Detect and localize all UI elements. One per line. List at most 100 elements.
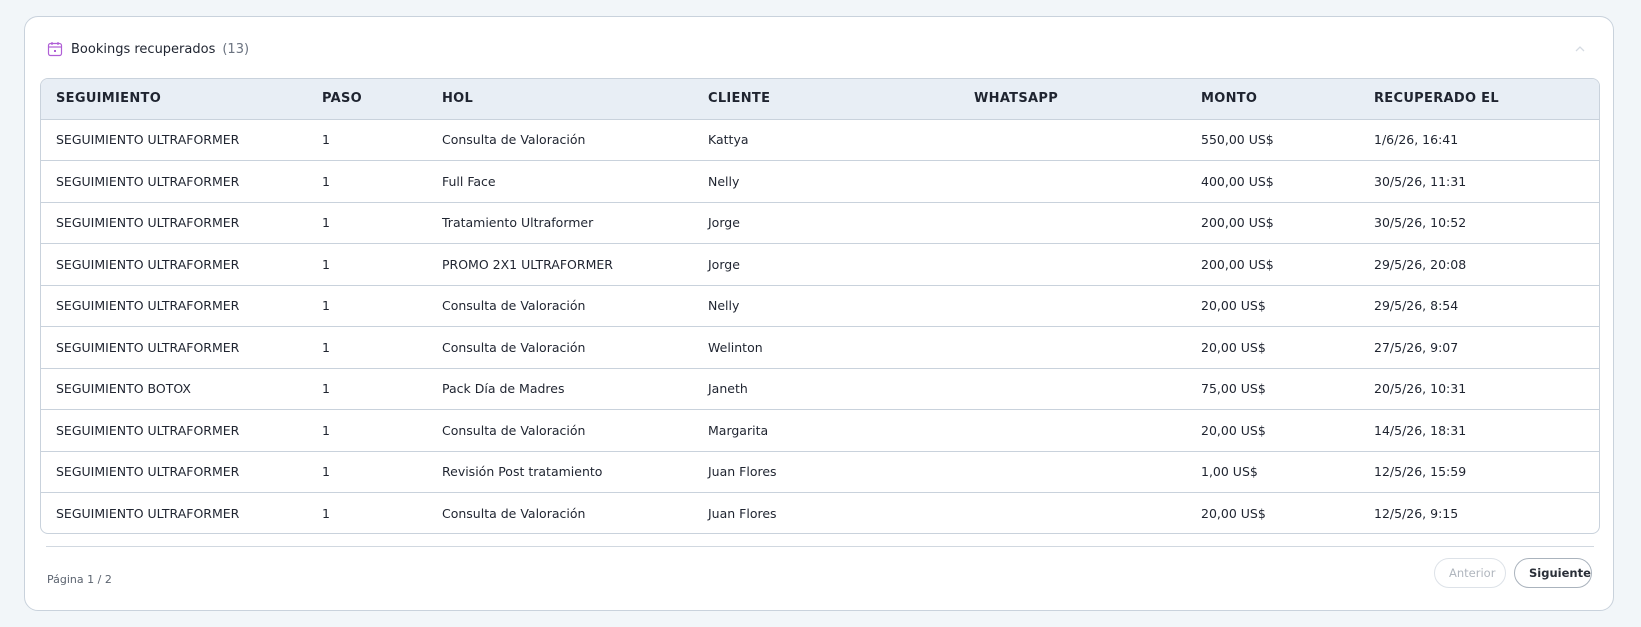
cell-recuperado: 29/5/26, 8:54 [1359,285,1599,327]
table-row: SEGUIMIENTO ULTRAFORMER 1 Tratamiento Ultr… [41,202,1599,244]
cell-monto: 200,00 US$ [1186,243,1359,286]
cell-whatsapp [959,409,1186,452]
cell-paso: 1 [307,160,427,203]
cell-cliente: Welinton [693,326,959,369]
cell-cliente: Jorge [693,202,959,244]
cell-recuperado: 30/5/26, 11:31 [1359,160,1599,203]
page-indicator: Página 1 / 2 [47,573,112,586]
calendar-icon [47,41,63,57]
cell-recuperado: 1/6/26, 16:41 [1359,119,1599,161]
cell-seguimiento: SEGUIMIENTO ULTRAFORMER [41,160,307,203]
cell-hol: Tratamiento Ultraformer [427,202,693,244]
cell-cliente: Jorge [693,243,959,286]
table-row: SEGUIMIENTO ULTRAFORMER 1 Consulta de Valo… [41,409,1599,452]
cell-hol: Pack Día de Madres [427,368,693,410]
cell-monto: 550,00 US$ [1186,119,1359,161]
column-header: MONTO [1186,79,1359,120]
cell-hol: PROMO 2X1 ULTRAFORMER [427,243,693,286]
cell-whatsapp [959,285,1186,327]
table-row: SEGUIMIENTO ULTRAFORMER 1 Consulta de Valo… [41,326,1599,369]
table-row: SEGUIMIENTO ULTRAFORMER 1 Consulta de Valo… [41,119,1599,161]
cell-paso: 1 [307,368,427,410]
table-row: SEGUIMIENTO ULTRAFORMER 1 Revisión Post tr… [41,451,1599,493]
cell-paso: 1 [307,451,427,493]
cell-hol: Full Face [427,160,693,203]
next-button[interactable]: Siguiente [1514,558,1592,588]
cell-cliente: Nelly [693,160,959,203]
column-header: RECUPERADO EL [1359,79,1599,120]
cell-monto: 20,00 US$ [1186,326,1359,369]
cell-hol: Consulta de Valoración [427,326,693,369]
cell-seguimiento: SEGUIMIENTO ULTRAFORMER [41,243,307,286]
cell-whatsapp [959,160,1186,203]
column-header: HOL [427,79,693,120]
cell-monto: 200,00 US$ [1186,202,1359,244]
bookings-card: Bookings recuperados (13) SEGUIMIENTO PAS… [24,16,1614,611]
cell-recuperado: 30/5/26, 10:52 [1359,202,1599,244]
card-header[interactable]: Bookings recuperados (13) [47,35,1591,63]
cell-seguimiento: SEGUIMIENTO ULTRAFORMER [41,202,307,244]
cell-seguimiento: SEGUIMIENTO ULTRAFORMER [41,326,307,369]
table-row: SEGUIMIENTO ULTRAFORMER 1 PROMO 2X1 ULTRAF… [41,243,1599,286]
cell-cliente: Margarita [693,409,959,452]
cell-monto: 400,00 US$ [1186,160,1359,203]
column-header: PASO [307,79,427,120]
cell-recuperado: 12/5/26, 9:15 [1374,506,1459,521]
pagination: Anterior Siguiente [1434,558,1592,588]
cell-recuperado: 29/5/26, 20:08 [1359,243,1599,286]
cell-paso: 1 [307,119,427,161]
column-header: CLIENTE [693,79,959,120]
cell-hol: Consulta de Valoración [427,119,693,161]
cell-seguimiento: SEGUIMIENTO ULTRAFORMER [41,119,307,161]
cell-seguimiento: SEGUIMIENTO ULTRAFORMER [41,409,307,452]
cell-whatsapp [959,368,1186,410]
cell-cliente: Juan Flores [708,506,777,521]
table-row: SEGUIMIENTO ULTRAFORMER 1 Full Face Nelly 40… [41,160,1599,203]
table-row: SEGUIMIENTO ULTRAFORMER 1 Consulta de Valo… [41,285,1599,327]
cell-hol: Consulta de Valoración [427,409,693,452]
cell-monto: 1,00 US$ [1186,451,1359,493]
cell-seguimiento: SEGUIMIENTO BOTOX [41,368,307,410]
card-count: (13) [222,41,250,57]
cell-monto: 20,00 US$ [1186,409,1359,452]
cell-monto: 20,00 US$ [1201,506,1266,521]
column-header: SEGUIMIENTO [41,79,307,120]
cell-seguimiento: SEGUIMIENTO ULTRAFORMER [56,506,240,521]
column-header: WHATSAPP [959,79,1186,120]
cell-paso: 1 [307,285,427,327]
cell-cliente: Nelly [693,285,959,327]
cell-paso: 1 [307,326,427,369]
cell-hol: Revisión Post tratamiento [427,451,693,493]
cell-hol: Consulta de Valoración [427,285,693,327]
previous-button[interactable]: Anterior [1434,558,1506,588]
cell-recuperado: 27/5/26, 9:07 [1359,326,1599,369]
cell-seguimiento: SEGUIMIENTO ULTRAFORMER [41,451,307,493]
cell-monto: 75,00 US$ [1186,368,1359,410]
table-row: SEGUIMIENTO ULTRAFORMER 1 Consulta de Valo… [41,493,1599,534]
card-title: Bookings recuperados [71,41,216,57]
chevron-up-icon[interactable] [1573,41,1587,55]
cell-paso: 1 [307,409,427,452]
cell-whatsapp [959,326,1186,369]
cell-whatsapp [959,119,1186,161]
cell-paso: 1 [307,243,427,286]
table-header-row: SEGUIMIENTO PASO HOL CLIENTE WHATSAPP MONTO RE… [41,79,1599,120]
cell-whatsapp [959,202,1186,244]
cell-cliente: Kattya [693,119,959,161]
cell-whatsapp [959,493,1186,534]
cell-paso: 1 [322,506,330,521]
table-row: SEGUIMIENTO BOTOX 1 Pack Día de Madres Jane… [41,368,1599,410]
cell-monto: 20,00 US$ [1186,285,1359,327]
cell-recuperado: 20/5/26, 10:31 [1359,368,1599,410]
divider [46,546,1594,547]
cell-recuperado: 14/5/26, 18:31 [1359,409,1599,452]
cell-whatsapp [959,451,1186,493]
cell-paso: 1 [307,202,427,244]
cell-cliente: Janeth [693,368,959,410]
bookings-table: SEGUIMIENTO PASO HOL CLIENTE WHATSAPP MONTO RE… [40,78,1600,534]
cell-seguimiento: SEGUIMIENTO ULTRAFORMER [41,285,307,327]
cell-cliente: Juan Flores [693,451,959,493]
cell-recuperado: 12/5/26, 15:59 [1359,451,1599,493]
cell-whatsapp [959,243,1186,286]
cell-hol: Consulta de Valoración [442,506,586,521]
